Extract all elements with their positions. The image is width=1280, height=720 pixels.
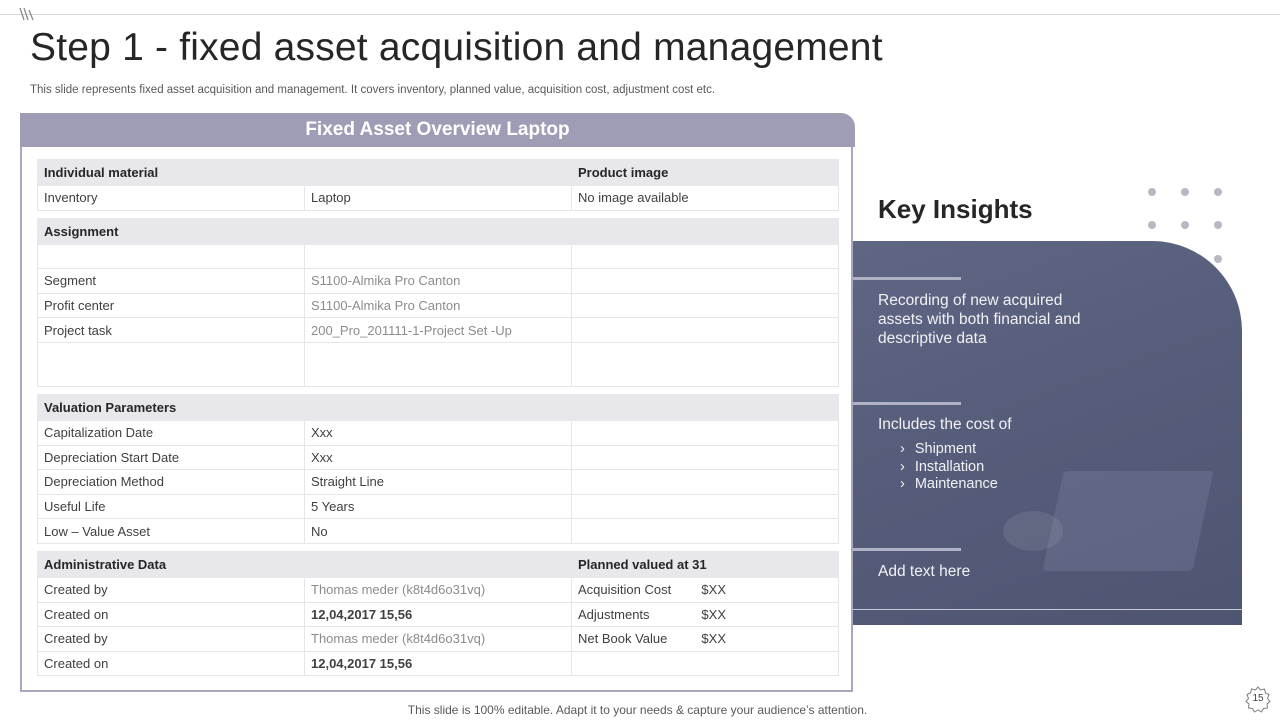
section-assignment: Assignment (37, 217, 839, 245)
table-row: Profit center S1100-Almika Pro Canton (37, 292, 839, 319)
table-row: Capitalization Date Xxx (37, 419, 839, 446)
table-row: Created on 12,04,2017 15,56 (37, 650, 839, 677)
table-row: Depreciation Start Date Xxx (37, 444, 839, 471)
table-row (37, 341, 839, 387)
insight-2-list: Shipment Installation Maintenance (900, 441, 998, 494)
table-row: Inventory Laptop No image available (37, 185, 839, 211)
page-title: Step 1 - fixed asset acquisition and man… (30, 26, 883, 69)
page-number: 15 (1252, 693, 1264, 704)
table-row: Segment S1100-Almika Pro Canton (37, 268, 839, 294)
top-divider (0, 14, 1280, 15)
panel-header: Fixed Asset Overview Laptop (20, 113, 855, 147)
list-item: Maintenance (900, 476, 998, 494)
key-insights-box: Recording of new acquired assets with bo… (853, 241, 1242, 625)
section-valuation-parameters: Valuation Parameters (37, 393, 839, 421)
laptop-image (1042, 471, 1214, 571)
insight-2: Includes the cost of (878, 416, 1012, 433)
table-row (37, 243, 839, 270)
insight-divider (853, 402, 961, 405)
table-row: Useful Life 5 Years (37, 493, 839, 520)
page-subtitle: This slide represents fixed asset acquis… (30, 84, 716, 96)
table-row: Created on 12,04,2017 15,56 Adjustments $… (37, 601, 839, 628)
section-individual-material: Individual material Product image (37, 159, 839, 186)
insight-3: Add text here (878, 563, 971, 580)
table-row: Created by Thomas meder (k8t4d6o31vq) Ne… (37, 626, 839, 652)
list-item: Shipment (900, 441, 998, 459)
table-row: Low – Value Asset No (37, 518, 839, 544)
list-item: Installation (900, 459, 998, 477)
asset-overview-panel: Fixed Asset Overview Laptop Individual m… (20, 113, 855, 692)
insight-divider (853, 277, 961, 280)
insight-divider (853, 548, 961, 551)
insight-1: Recording of new acquired assets with bo… (878, 292, 1081, 347)
table-row: Created by Thomas meder (k8t4d6o31vq) Ac… (37, 576, 839, 603)
section-administrative-data: Administrative Data Planned valued at 31 (37, 550, 839, 578)
table-row: Project task 200_Pro_201111-1-Project Se… (37, 317, 839, 343)
table-row: Depreciation Method Straight Line (37, 469, 839, 495)
insights-title: Key Insights (878, 194, 1033, 224)
asset-table: Individual material Product image Invent… (37, 159, 839, 677)
footer-note: This slide is 100% editable. Adapt it to… (407, 703, 868, 717)
logo-icon (19, 7, 34, 21)
